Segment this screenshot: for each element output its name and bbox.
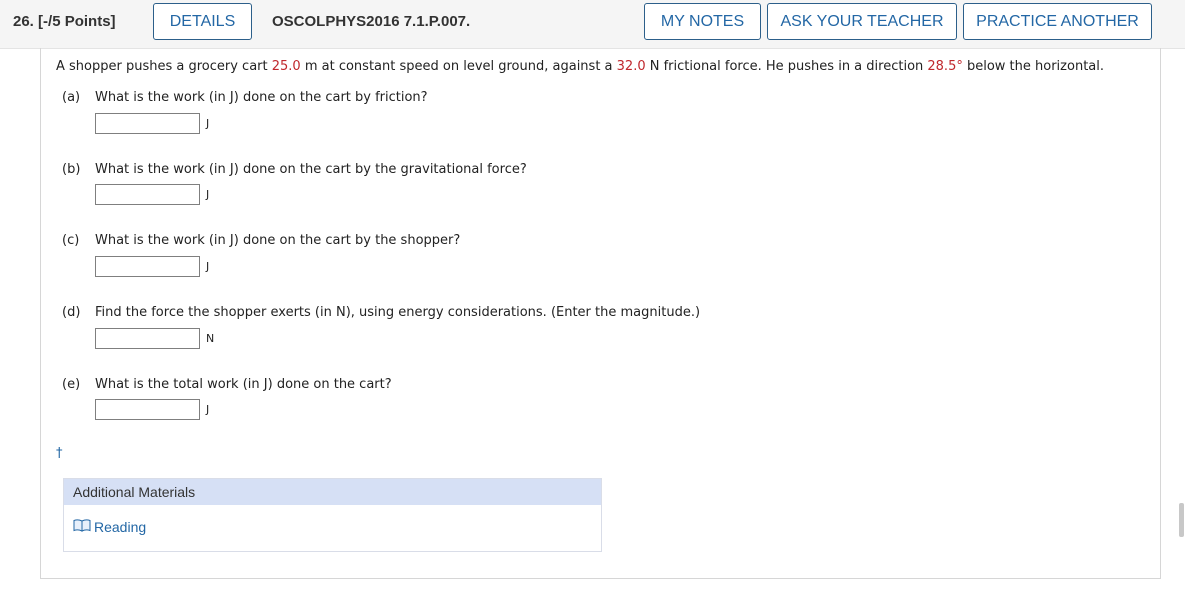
part-d-unit: N	[206, 332, 215, 345]
part-e-question: (e) What is the total work (in J) done on…	[62, 377, 392, 392]
question-header: 26. [-/5 Points] DETAILS OSCOLPHYS2016 7…	[0, 0, 1185, 49]
part-c-question: (c) What is the work (in J) done on the c…	[62, 233, 461, 248]
problem-statement: A shopper pushes a grocery cart 25.0 m a…	[56, 59, 1104, 74]
additional-materials-panel: Additional Materials Reading	[63, 478, 602, 552]
part-c-answer-input[interactable]	[95, 256, 200, 277]
problem-id: OSCOLPHYS2016 7.1.P.007.	[272, 13, 471, 30]
question-number: 26. [-/5 Points]	[13, 13, 116, 30]
part-e-answer-input[interactable]	[95, 399, 200, 420]
part-c-unit: J	[206, 260, 210, 273]
reading-label: Reading	[94, 519, 147, 535]
practice-another-button[interactable]: PRACTICE ANOTHER	[963, 3, 1152, 40]
part-d-answer-input[interactable]	[95, 328, 200, 349]
question-page: 26. [-/5 Points] DETAILS OSCOLPHYS2016 7…	[0, 0, 1185, 592]
angle-value: 28.5°	[927, 59, 963, 74]
part-b-answer-input[interactable]	[95, 184, 200, 205]
book-icon	[73, 519, 94, 535]
part-a-answer-input[interactable]	[95, 113, 200, 134]
details-button[interactable]: DETAILS	[153, 3, 252, 40]
part-b-question: (b) What is the work (in J) done on the c…	[62, 162, 527, 177]
distance-value: 25.0	[271, 59, 301, 74]
ask-teacher-button[interactable]: ASK YOUR TEACHER	[767, 3, 957, 40]
additional-materials-title: Additional Materials	[64, 479, 601, 505]
my-notes-button[interactable]: MY NOTES	[644, 3, 761, 40]
points-label: [-/5 Points]	[38, 13, 116, 30]
reading-link[interactable]: Reading	[73, 519, 146, 535]
scrollbar-thumb[interactable]	[1179, 503, 1184, 537]
friction-value: 32.0	[616, 59, 646, 74]
part-a-unit: J	[206, 117, 210, 130]
part-d-question: (d) Find the force the shopper exerts (in…	[62, 305, 701, 320]
part-e-unit: J	[206, 403, 210, 416]
part-b-unit: J	[206, 188, 210, 201]
part-a-question: (a) What is the work (in J) done on the c…	[62, 90, 428, 105]
footnote-dagger[interactable]: †	[56, 446, 63, 461]
